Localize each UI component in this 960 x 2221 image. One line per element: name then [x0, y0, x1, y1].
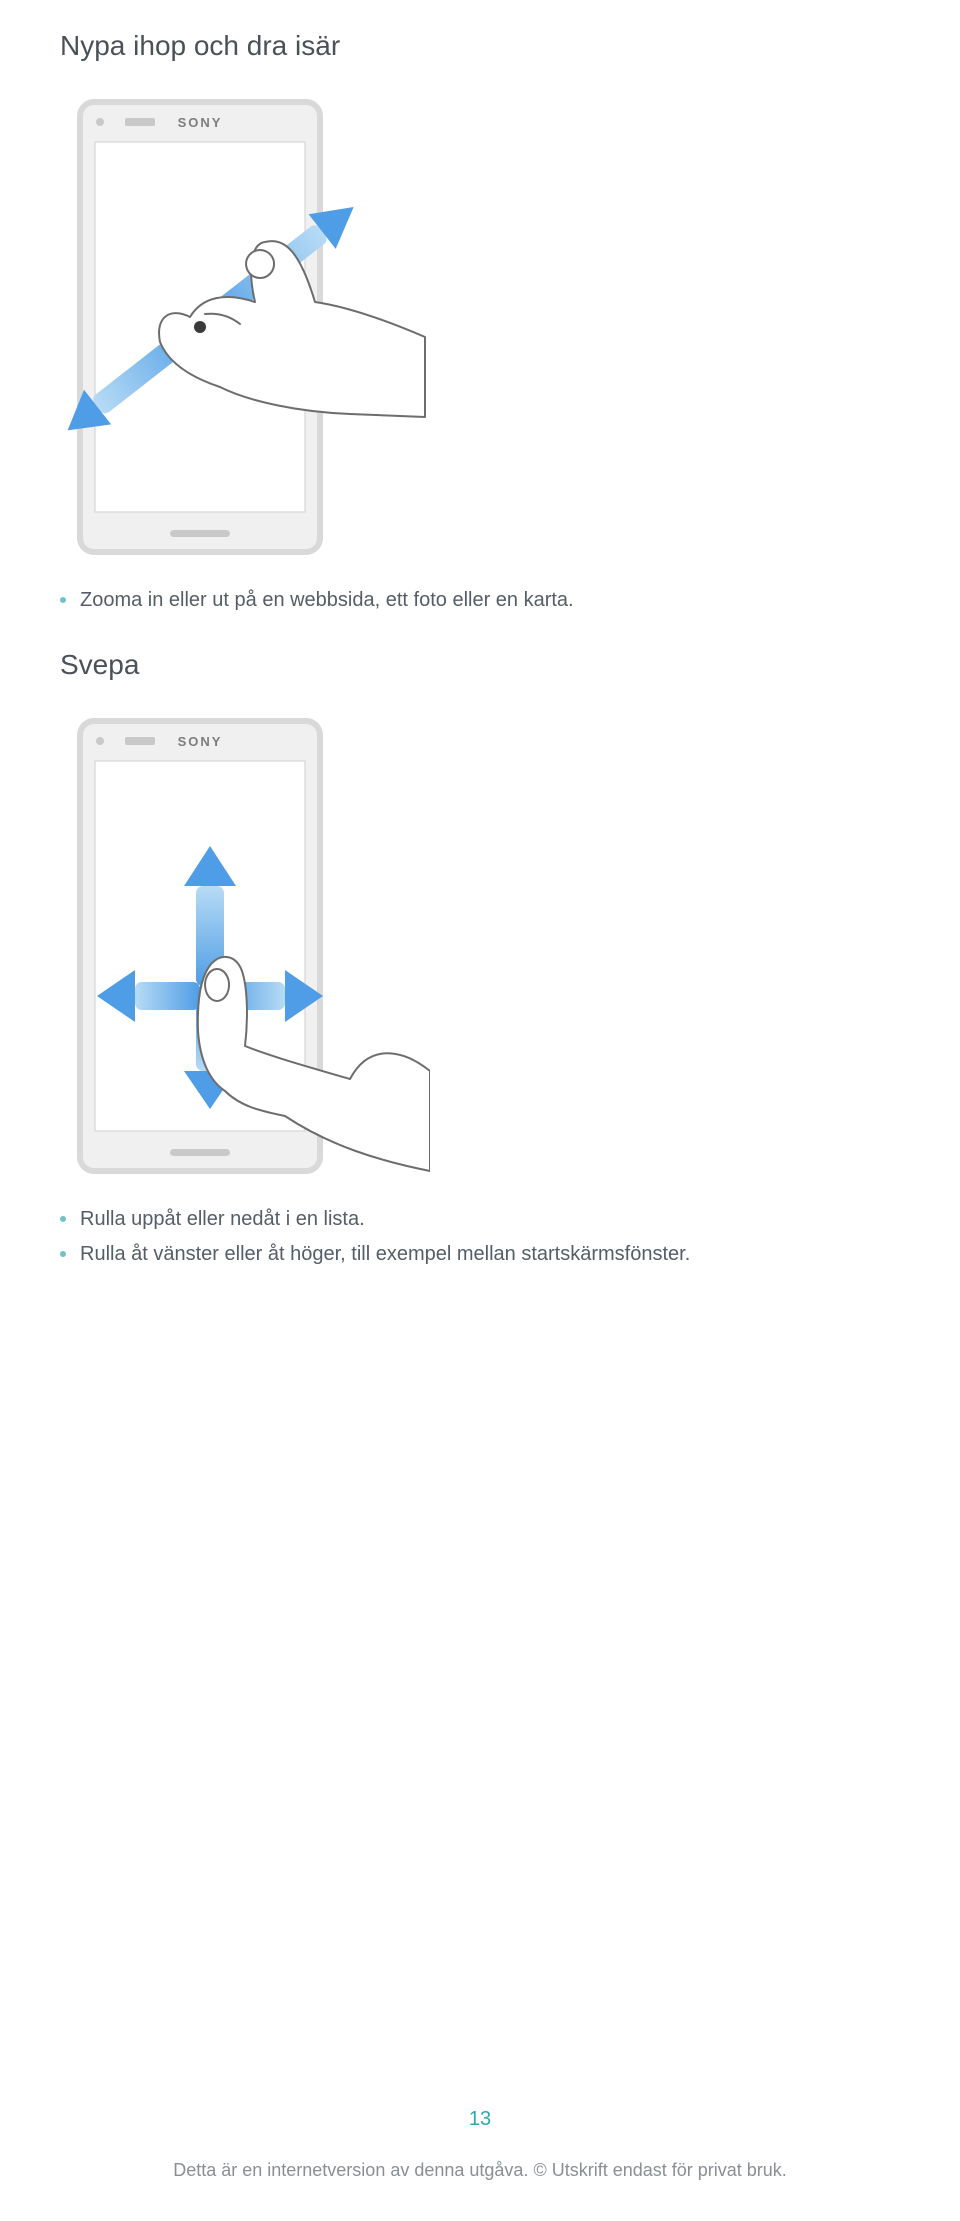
bullet-dot-icon — [60, 597, 66, 603]
page-number: 13 — [469, 2108, 491, 2131]
phone-swipe-svg: SONY — [50, 711, 430, 1181]
bullet-pinch-1-text: Zooma in eller ut på en webbsida, ett fo… — [80, 587, 574, 614]
heading-swipe: Svepa — [60, 649, 900, 681]
illustration-swipe: SONY — [50, 711, 900, 1181]
svg-text:SONY: SONY — [178, 734, 223, 749]
bullet-swipe-2: Rulla åt vänster eller åt höger, till ex… — [60, 1241, 900, 1268]
heading-pinch: Nypa ihop och dra isär — [60, 30, 900, 62]
footer-text: Detta är en internetversion av denna utg… — [173, 2160, 787, 2181]
illustration-pinch: SONY — [50, 92, 900, 562]
bullet-dot-icon — [60, 1216, 66, 1222]
bullet-dot-icon — [60, 1251, 66, 1257]
svg-text:SONY: SONY — [178, 115, 223, 130]
bullet-pinch-1: Zooma in eller ut på en webbsida, ett fo… — [60, 587, 900, 614]
bullet-swipe-1: Rulla uppåt eller nedåt i en lista. — [60, 1206, 900, 1233]
phone-pinch-svg: SONY — [50, 92, 430, 562]
bullet-swipe-2-text: Rulla åt vänster eller åt höger, till ex… — [80, 1241, 690, 1268]
bullet-swipe-1-text: Rulla uppåt eller nedåt i en lista. — [80, 1206, 365, 1233]
